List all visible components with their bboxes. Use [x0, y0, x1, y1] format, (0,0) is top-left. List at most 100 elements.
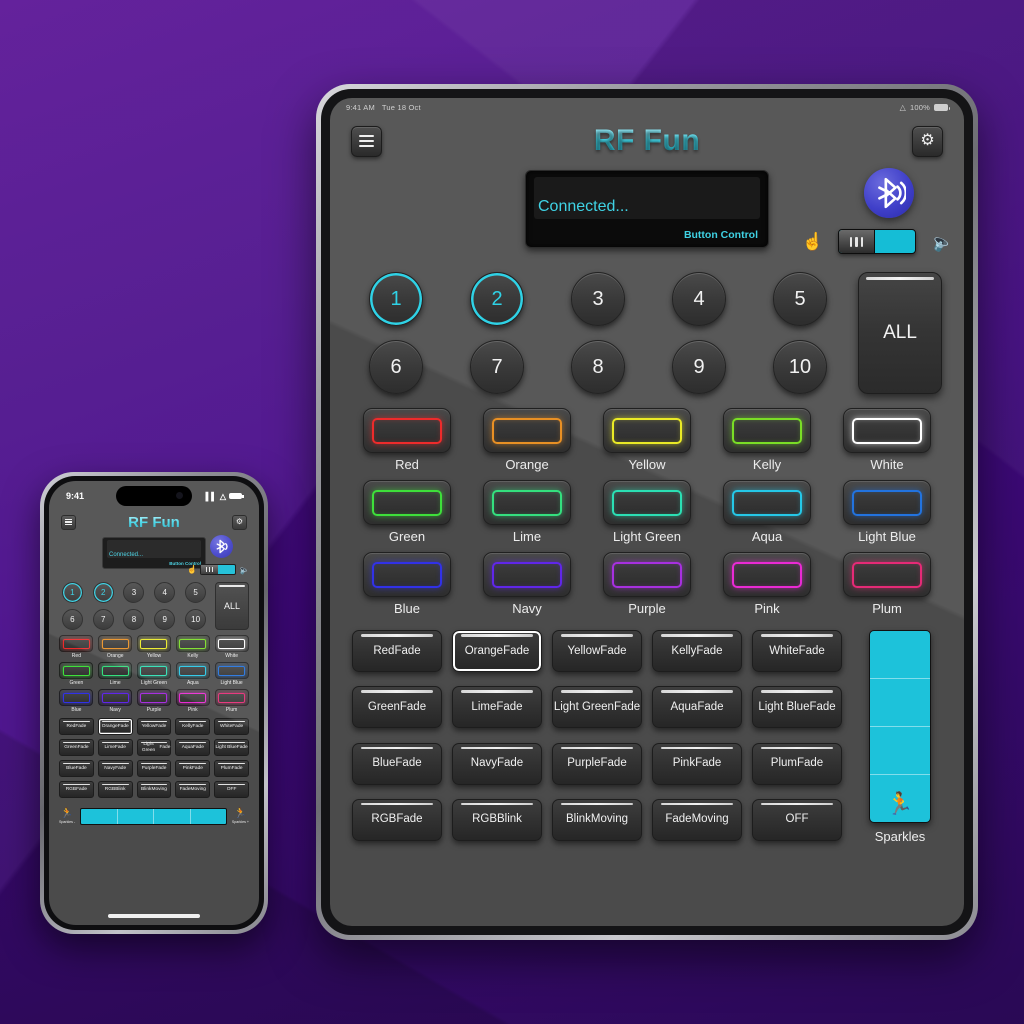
effect-button-off[interactable]: OFF — [752, 798, 842, 841]
effect-button-aqua-fade[interactable]: Aqua Fade — [652, 686, 742, 729]
phone-effect-button-rgb-blink[interactable]: RGB Blink — [97, 781, 133, 798]
channel-button-3[interactable]: 3 — [571, 272, 625, 326]
effect-button-blue-fade[interactable]: Blue Fade — [352, 742, 442, 785]
hamburger-menu-button[interactable] — [351, 125, 382, 157]
phone-color-button-orange[interactable] — [98, 635, 133, 652]
phone-all-channels-button[interactable]: ALL — [215, 582, 249, 630]
phone-channel-button-2[interactable]: 2 — [92, 582, 114, 603]
phone-color-button-pink[interactable] — [175, 689, 210, 706]
color-button-plum[interactable] — [843, 552, 931, 597]
effect-button-navy-fade[interactable]: Navy Fade — [452, 742, 542, 785]
color-button-orange[interactable] — [483, 408, 571, 453]
channel-button-6[interactable]: 6 — [369, 340, 423, 394]
phone-effect-button-white-fade[interactable]: White Fade — [214, 718, 249, 735]
color-button-pink[interactable] — [723, 552, 811, 597]
phone-effect-button-rgb-fade[interactable]: RGB Fade — [59, 781, 94, 798]
effect-button-lime-fade[interactable]: Lime Fade — [452, 686, 542, 729]
channel-button-8[interactable]: 8 — [571, 340, 625, 394]
phone-color-button-lime[interactable] — [98, 662, 133, 679]
phone-color-button-red[interactable] — [59, 635, 94, 652]
color-button-aqua[interactable] — [723, 480, 811, 525]
settings-button[interactable]: ⚙ — [912, 125, 943, 157]
phone-effect-button-pink-fade[interactable]: Pink Fade — [175, 760, 211, 777]
input-mode-toggle[interactable] — [838, 229, 916, 254]
phone-effect-button-kelly-fade[interactable]: Kelly Fade — [175, 718, 211, 735]
phone-color-button-kelly[interactable] — [175, 635, 210, 652]
color-button-white[interactable] — [843, 408, 931, 453]
effect-button-blink-moving[interactable]: Blink Moving — [552, 798, 642, 841]
color-button-kelly[interactable] — [723, 408, 811, 453]
phone-channel-button-1[interactable]: 1 — [61, 582, 83, 603]
phone-color-button-yellow[interactable] — [136, 635, 171, 652]
effect-button-purple-fade[interactable]: Purple Fade — [552, 742, 642, 785]
phone-effect-button-orange-fade[interactable]: Orange Fade — [97, 718, 133, 735]
phone-color-button-aqua[interactable] — [175, 662, 210, 679]
effect-button-plum-fade[interactable]: Plum Fade — [752, 742, 842, 785]
effect-button-kelly-fade[interactable]: Kelly Fade — [652, 630, 742, 672]
phone-bluetooth-button[interactable] — [210, 535, 233, 558]
phone-settings-button[interactable]: ⚙ — [232, 514, 247, 530]
channel-button-1[interactable]: 1 — [369, 272, 423, 326]
phone-effect-button-navy-fade[interactable]: Navy Fade — [97, 760, 133, 777]
phone-effect-button-off[interactable]: OFF — [214, 781, 249, 798]
phone-channel-button-4[interactable]: 4 — [154, 582, 176, 603]
effect-button-yellow-fade[interactable]: Yellow Fade — [552, 630, 642, 672]
color-button-green[interactable] — [363, 480, 451, 525]
channel-button-10[interactable]: 10 — [773, 340, 827, 394]
color-button-red[interactable] — [363, 408, 451, 453]
phone-color-button-purple[interactable] — [136, 689, 171, 706]
phone-channel-button-10[interactable]: 10 — [185, 609, 207, 630]
color-button-yellow[interactable] — [603, 408, 691, 453]
phone-channel-button-9[interactable]: 9 — [154, 609, 176, 630]
phone-effect-button-blink-moving[interactable]: Blink Moving — [136, 781, 172, 798]
phone-effect-button-yellow-fade[interactable]: Yellow Fade — [136, 718, 172, 735]
phone-channel-button-6[interactable]: 6 — [61, 609, 83, 630]
color-button-light-blue[interactable] — [843, 480, 931, 525]
phone-effect-button-red-fade[interactable]: Red Fade — [59, 718, 94, 735]
phone-effect-button-aqua-fade[interactable]: Aqua Fade — [175, 739, 211, 756]
color-button-blue[interactable] — [363, 552, 451, 597]
phone-effect-button-light-green-fade[interactable]: Light Green Fade — [136, 739, 172, 756]
channel-button-5[interactable]: 5 — [773, 272, 827, 326]
phone-effect-button-purple-fade[interactable]: Purple Fade — [136, 760, 172, 777]
phone-color-button-light-green[interactable] — [136, 662, 171, 679]
phone-channel-button-8[interactable]: 8 — [123, 609, 145, 630]
effect-button-red-fade[interactable]: Red Fade — [352, 630, 442, 672]
color-button-lime[interactable] — [483, 480, 571, 525]
phone-hamburger-menu-button[interactable] — [61, 514, 76, 530]
effect-button-orange-fade[interactable]: Orange Fade — [452, 630, 542, 672]
channel-button-2[interactable]: 2 — [470, 272, 524, 326]
phone-effect-button-lime-fade[interactable]: Lime Fade — [97, 739, 133, 756]
phone-channel-button-7[interactable]: 7 — [92, 609, 114, 630]
effect-button-pink-fade[interactable]: Pink Fade — [652, 742, 742, 785]
color-button-purple[interactable] — [603, 552, 691, 597]
effect-button-rgb-fade[interactable]: RGB Fade — [352, 798, 442, 841]
phone-color-button-light-blue[interactable] — [214, 662, 249, 679]
phone-effect-button-blue-fade[interactable]: Blue Fade — [59, 760, 94, 777]
color-button-light-green[interactable] — [603, 480, 691, 525]
effect-button-rgb-blink[interactable]: RGB Blink — [452, 798, 542, 841]
phone-input-mode-toggle[interactable] — [200, 564, 236, 575]
channel-button-7[interactable]: 7 — [470, 340, 524, 394]
effect-button-fade-moving[interactable]: Fade Moving — [652, 798, 742, 841]
bluetooth-button[interactable] — [864, 168, 914, 218]
phone-color-button-green[interactable] — [59, 662, 94, 679]
effect-button-light-blue-fade[interactable]: Light Blue Fade — [752, 686, 842, 729]
phone-sparkles-slider[interactable] — [80, 808, 227, 825]
phone-color-button-plum[interactable] — [214, 689, 249, 706]
phone-effect-button-fade-moving[interactable]: Fade Moving — [175, 781, 211, 798]
phone-channel-button-5[interactable]: 5 — [185, 582, 207, 603]
phone-color-button-blue[interactable] — [59, 689, 94, 706]
channel-button-9[interactable]: 9 — [672, 340, 726, 394]
phone-color-button-white[interactable] — [214, 635, 249, 652]
channel-button-4[interactable]: 4 — [672, 272, 726, 326]
color-button-navy[interactable] — [483, 552, 571, 597]
sparkles-minus[interactable]: 🏃 Sparkles - — [59, 809, 75, 825]
phone-color-button-navy[interactable] — [98, 689, 133, 706]
phone-effect-button-green-fade[interactable]: Green Fade — [59, 739, 94, 756]
sparkles-slider[interactable]: 🏃 — [869, 630, 931, 823]
effect-button-white-fade[interactable]: White Fade — [752, 630, 842, 672]
all-channels-button[interactable]: ALL — [858, 272, 942, 394]
phone-effect-button-light-blue-fade[interactable]: Light Blue Fade — [214, 739, 249, 756]
effect-button-light-green-fade[interactable]: Light Green Fade — [552, 686, 642, 729]
